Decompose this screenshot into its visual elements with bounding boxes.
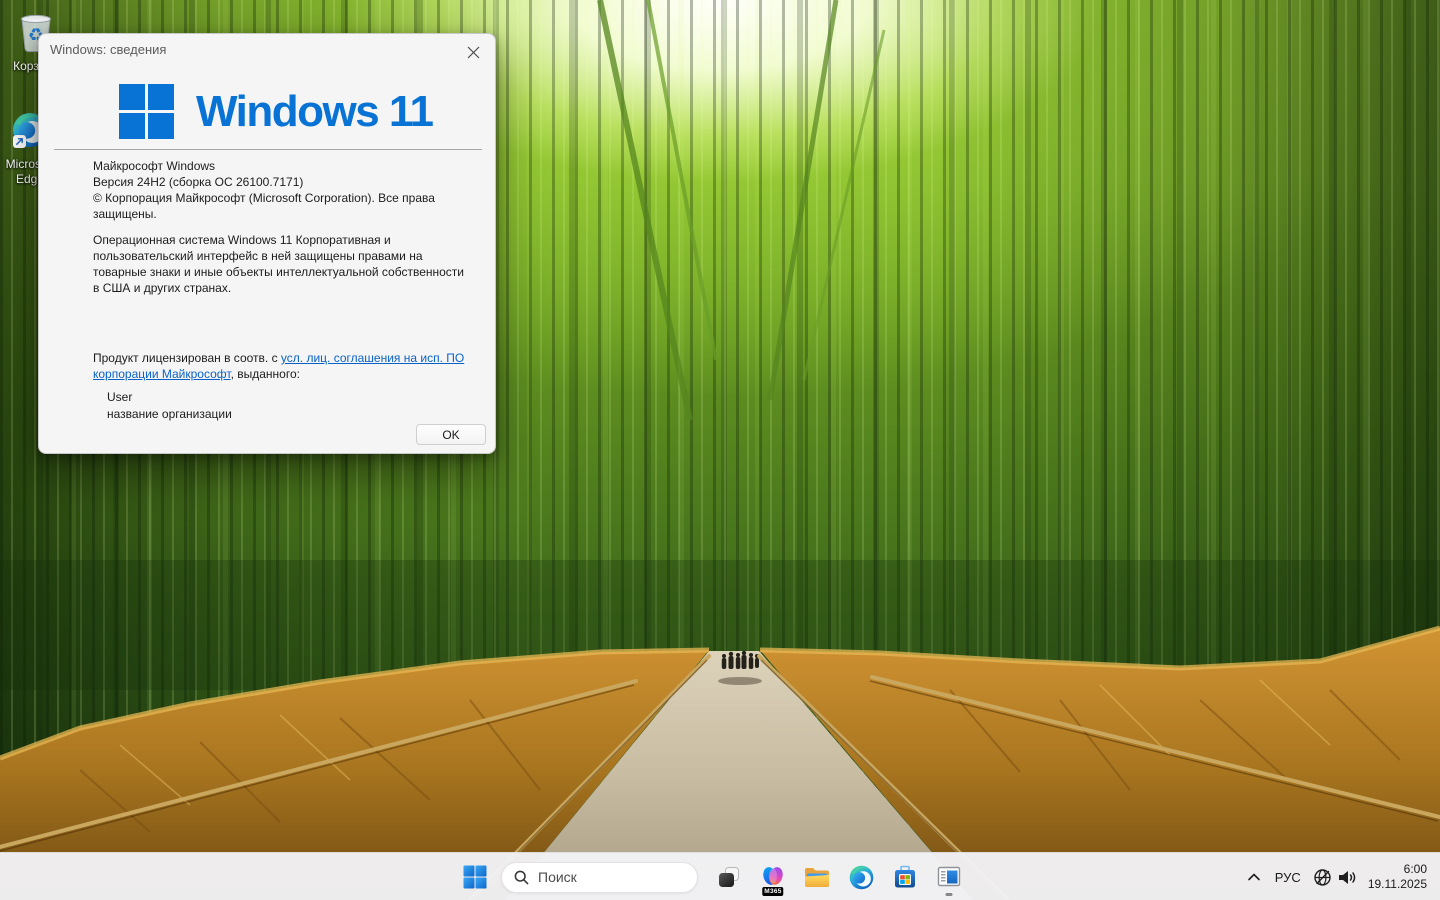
running-app-indicator (946, 893, 953, 896)
tray-time: 6:00 (1368, 862, 1427, 877)
volume-icon[interactable] (1337, 869, 1358, 886)
language-indicator[interactable]: РУС (1275, 870, 1301, 885)
license-suffix: , выданного: (231, 367, 300, 381)
start-button[interactable] (455, 857, 495, 897)
trademark-text: Операционная система Windows 11 Корпорат… (93, 232, 469, 296)
taskbar-center-group: M365 (455, 853, 969, 900)
taskbar: M365 (0, 852, 1440, 900)
desktop: ♻ Корзина Microsoft Edge Windows: сведен… (0, 0, 1440, 900)
licensee-user: User (93, 389, 469, 405)
network-globe-icon[interactable] (1313, 868, 1332, 887)
windows-start-icon (463, 865, 487, 889)
taskbar-search[interactable] (501, 862, 698, 893)
license-prefix: Продукт лицензирован в соотв. с (93, 351, 281, 365)
about-windows-taskbar-button[interactable] (929, 857, 969, 897)
product-name: Майкрософт Windows (93, 159, 215, 173)
copyright-text: © Корпорация Майкрософт (Microsoft Corpo… (93, 191, 435, 221)
microsoft-store-button[interactable] (885, 857, 925, 897)
task-view-button[interactable] (709, 857, 749, 897)
about-windows-dialog: Windows: сведения Windows 11 Майкрософт … (38, 33, 496, 454)
license-text: Продукт лицензирован в соотв. с усл. лиц… (93, 350, 469, 382)
windows-logo-icon (119, 84, 174, 139)
windows11-wordmark: Windows 11 (196, 84, 432, 139)
m365-badge: M365 (762, 887, 783, 896)
dialog-body: Майкрософт Windows Версия 24H2 (сборка О… (93, 158, 469, 422)
tray-chevron-up-icon[interactable] (1247, 871, 1261, 883)
close-icon[interactable] (457, 39, 489, 65)
ok-button[interactable]: OK (416, 424, 486, 445)
shortcut-arrow-icon (13, 135, 26, 148)
search-input[interactable] (538, 869, 678, 885)
file-explorer-button[interactable] (797, 857, 837, 897)
system-window-icon (937, 865, 961, 889)
edge-taskbar-icon (849, 865, 874, 890)
version-text: Версия 24H2 (сборка ОС 26100.7171) (93, 175, 303, 189)
microsoft-store-icon (893, 865, 917, 889)
file-explorer-icon (804, 866, 830, 889)
dialog-separator (54, 149, 482, 150)
clock[interactable]: 6:00 19.11.2025 (1368, 862, 1427, 892)
edge-taskbar-button[interactable] (841, 857, 881, 897)
tray-date: 19.11.2025 (1368, 877, 1427, 892)
m365-copilot-icon (761, 865, 785, 889)
licensee-organization: название организации (93, 406, 469, 422)
search-icon (514, 870, 529, 885)
task-view-icon (717, 865, 741, 889)
product-block: Майкрософт Windows Версия 24H2 (сборка О… (93, 158, 469, 222)
windows11-logo: Windows 11 (119, 84, 432, 139)
m365-copilot-button[interactable]: M365 (753, 857, 793, 897)
system-tray: РУС 6:00 19.11.2025 (1247, 853, 1440, 900)
dialog-title: Windows: сведения (50, 42, 166, 57)
